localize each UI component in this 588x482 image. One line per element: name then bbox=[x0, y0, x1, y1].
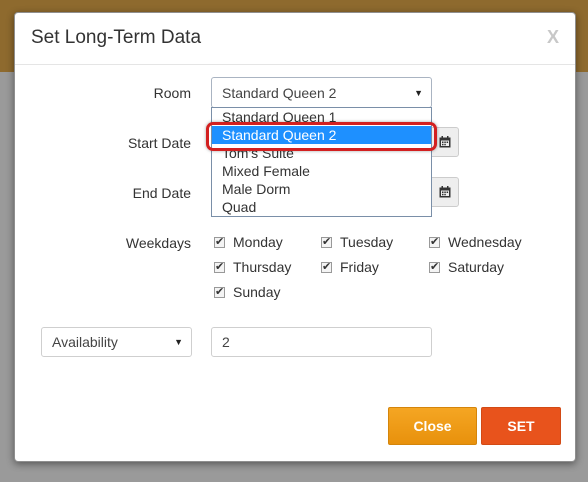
weekday-label: Saturday bbox=[448, 259, 505, 275]
start-date-calendar-button[interactable] bbox=[431, 127, 459, 157]
weekday-wednesday-checkbox[interactable]: Wednesday bbox=[429, 234, 522, 250]
checkbox-checked-icon bbox=[214, 260, 225, 273]
calendar-icon bbox=[439, 136, 451, 148]
weekday-label: Monday bbox=[233, 234, 283, 250]
weekday-thursday-checkbox[interactable]: Thursday bbox=[214, 259, 291, 275]
availability-input-value: 2 bbox=[222, 334, 230, 350]
checkbox-checked-icon bbox=[321, 260, 332, 273]
availability-type-select[interactable]: Availability ▼ bbox=[41, 327, 192, 357]
calendar-icon bbox=[439, 186, 451, 198]
checkbox-checked-icon bbox=[429, 260, 440, 273]
start-date-label: Start Date bbox=[127, 135, 191, 151]
room-option[interactable]: Standard Queen 1 bbox=[212, 108, 431, 126]
weekday-label: Wednesday bbox=[448, 234, 522, 250]
room-options-list: Standard Queen 1 Standard Queen 2 Tom's … bbox=[211, 107, 432, 217]
weekday-monday-checkbox[interactable]: Monday bbox=[214, 234, 283, 250]
weekday-saturday-checkbox[interactable]: Saturday bbox=[429, 259, 504, 275]
modal-header: Set Long-Term Data X bbox=[15, 13, 575, 65]
room-select[interactable]: Standard Queen 2 ▼ bbox=[211, 77, 432, 108]
availability-select-value: Availability bbox=[52, 334, 118, 350]
checkbox-checked-icon bbox=[429, 235, 440, 248]
checkbox-checked-icon bbox=[214, 235, 225, 248]
checkbox-checked-icon bbox=[214, 285, 225, 298]
weekday-tuesday-checkbox[interactable]: Tuesday bbox=[321, 234, 393, 250]
weekday-friday-checkbox[interactable]: Friday bbox=[321, 259, 379, 275]
room-option[interactable]: Mixed Female bbox=[212, 162, 431, 180]
room-option[interactable]: Tom's Suite bbox=[212, 144, 431, 162]
weekday-label: Friday bbox=[340, 259, 379, 275]
room-option[interactable]: Quad bbox=[212, 198, 431, 216]
room-label: Room bbox=[153, 85, 191, 101]
room-option-selected[interactable]: Standard Queen 2 bbox=[212, 126, 431, 144]
availability-value-input[interactable]: 2 bbox=[211, 327, 432, 357]
checkbox-checked-icon bbox=[321, 235, 332, 248]
chevron-down-icon: ▼ bbox=[174, 337, 183, 347]
close-button[interactable]: Close bbox=[388, 407, 477, 445]
set-long-term-data-modal: Set Long-Term Data X Room Standard Queen… bbox=[14, 12, 576, 462]
weekday-label: Sunday bbox=[233, 284, 281, 300]
weekday-label: Tuesday bbox=[340, 234, 394, 250]
room-option[interactable]: Male Dorm bbox=[212, 180, 431, 198]
weekday-sunday-checkbox[interactable]: Sunday bbox=[214, 284, 280, 300]
room-select-value: Standard Queen 2 bbox=[222, 84, 337, 101]
set-button[interactable]: SET bbox=[481, 407, 561, 445]
weekdays-label: Weekdays bbox=[125, 235, 191, 251]
end-date-calendar-button[interactable] bbox=[431, 177, 459, 207]
modal-title: Set Long-Term Data bbox=[31, 27, 202, 48]
close-icon[interactable]: X bbox=[547, 27, 559, 48]
chevron-down-icon: ▼ bbox=[414, 87, 423, 98]
end-date-label: End Date bbox=[132, 185, 191, 201]
weekday-label: Thursday bbox=[233, 259, 292, 275]
